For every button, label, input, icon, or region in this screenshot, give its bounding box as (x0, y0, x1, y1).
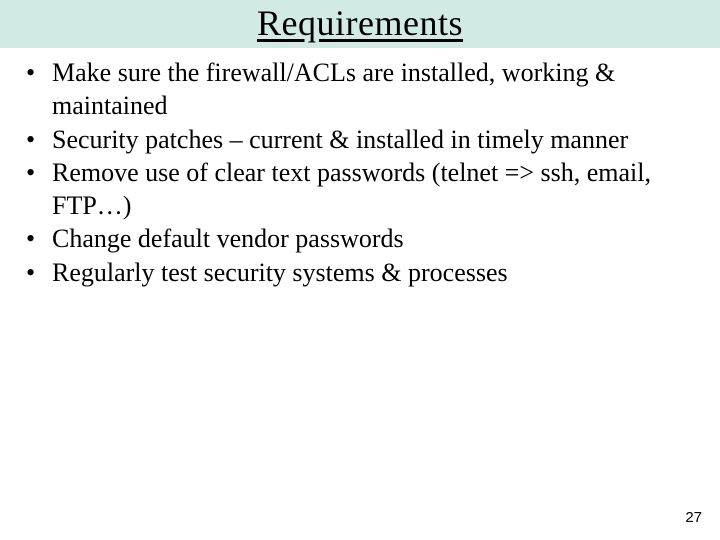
list-item: • Change default vendor passwords (24, 222, 696, 255)
list-item: • Make sure the firewall/ACLs are instal… (24, 56, 696, 123)
list-item: • Security patches – current & installed… (24, 123, 696, 156)
bullet-icon: • (24, 56, 52, 89)
bullet-text: Security patches – current & installed i… (52, 123, 696, 156)
page-number: 27 (685, 509, 702, 526)
bullet-text: Make sure the firewall/ACLs are installe… (52, 56, 696, 123)
list-item: • Remove use of clear text passwords (te… (24, 156, 696, 223)
bullet-icon: • (24, 156, 52, 189)
bullet-icon: • (24, 123, 52, 156)
bullet-list: • Make sure the firewall/ACLs are instal… (24, 56, 696, 289)
bullet-text: Regularly test security systems & proces… (52, 256, 696, 289)
slide-title: Requirements (0, 2, 720, 44)
bullet-icon: • (24, 256, 52, 289)
slide-content: • Make sure the firewall/ACLs are instal… (0, 48, 720, 289)
bullet-text: Remove use of clear text passwords (teln… (52, 156, 696, 223)
list-item: • Regularly test security systems & proc… (24, 256, 696, 289)
bullet-text: Change default vendor passwords (52, 222, 696, 255)
title-bar: Requirements (0, 0, 720, 48)
bullet-icon: • (24, 222, 52, 255)
